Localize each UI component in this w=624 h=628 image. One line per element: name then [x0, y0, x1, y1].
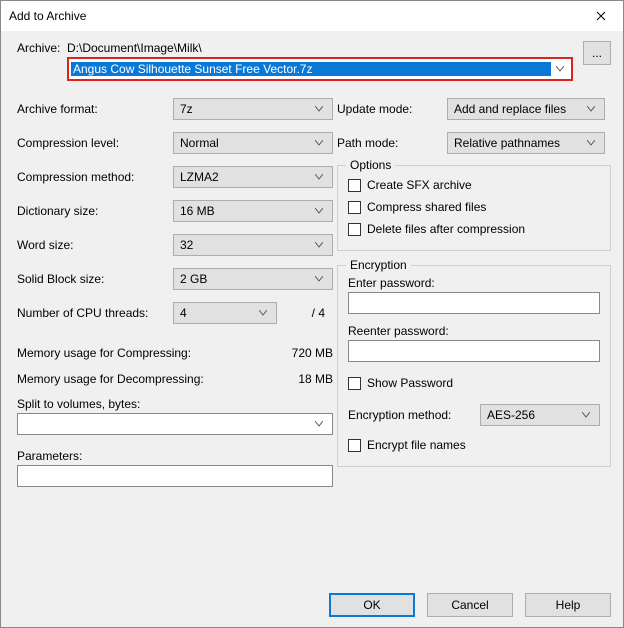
compression-method-select[interactable]: LZMA2 [173, 166, 333, 188]
encryption-method-select[interactable]: AES-256 [480, 404, 600, 426]
checkbox-icon [348, 201, 361, 214]
update-mode-value: Add and replace files [454, 102, 566, 116]
solid-block-size-select[interactable]: 2 GB [173, 268, 333, 290]
cpu-threads-value: 4 [180, 306, 187, 320]
cpu-threads-label: Number of CPU threads: [17, 306, 173, 320]
add-to-archive-dialog: Add to Archive Archive: D:\Document\Imag… [0, 0, 624, 628]
archive-label: Archive: [17, 41, 67, 55]
chevron-down-icon [254, 310, 272, 316]
path-mode-value: Relative pathnames [454, 136, 560, 150]
dialog-title: Add to Archive [9, 9, 86, 23]
titlebar: Add to Archive [1, 1, 623, 31]
chevron-down-icon [582, 140, 600, 146]
compress-shared-label: Compress shared files [367, 200, 486, 214]
mem-decompress-value: 18 MB [298, 372, 333, 386]
archive-format-label: Archive format: [17, 102, 173, 116]
chevron-down-icon [551, 66, 569, 72]
chevron-down-icon [310, 242, 328, 248]
enter-password-input[interactable] [348, 292, 600, 314]
left-column: Archive format: 7z Compression level: No… [17, 97, 337, 487]
compression-level-select[interactable]: Normal [173, 132, 333, 154]
encryption-method-label: Encryption method: [348, 408, 480, 422]
compression-level-value: Normal [180, 136, 219, 150]
encrypt-filenames-label: Encrypt file names [367, 438, 466, 452]
checkbox-icon [348, 223, 361, 236]
path-mode-label: Path mode: [337, 136, 447, 150]
encryption-method-value: AES-256 [487, 408, 535, 422]
chevron-down-icon [310, 421, 328, 427]
checkbox-icon [348, 179, 361, 192]
word-size-label: Word size: [17, 238, 173, 252]
path-mode-select[interactable]: Relative pathnames [447, 132, 605, 154]
cpu-threads-select[interactable]: 4 [173, 302, 277, 324]
solid-block-size-label: Solid Block size: [17, 272, 173, 286]
browse-button[interactable]: ... [583, 41, 611, 65]
word-size-select[interactable]: 32 [173, 234, 333, 256]
help-button[interactable]: Help [525, 593, 611, 617]
compress-shared-checkbox[interactable]: Compress shared files [348, 196, 600, 218]
options-title: Options [346, 158, 395, 172]
dialog-body: Archive: D:\Document\Image\Milk\ ... Arc… [1, 31, 623, 493]
encrypt-filenames-checkbox[interactable]: Encrypt file names [348, 434, 600, 456]
archive-format-select[interactable]: 7z [173, 98, 333, 120]
archive-filename-input[interactable] [71, 62, 551, 76]
chevron-down-icon [310, 208, 328, 214]
update-mode-label: Update mode: [337, 102, 447, 116]
checkbox-icon [348, 377, 361, 390]
enter-password-label: Enter password: [348, 276, 600, 290]
encryption-title: Encryption [346, 258, 411, 272]
show-password-label: Show Password [367, 376, 453, 390]
reenter-password-label: Reenter password: [348, 324, 600, 338]
encryption-group: Encryption Enter password: Reenter passw… [337, 265, 611, 467]
split-volumes-label: Split to volumes, bytes: [17, 397, 337, 411]
cpu-threads-total: / 4 [287, 306, 325, 320]
dictionary-size-label: Dictionary size: [17, 204, 173, 218]
archive-path: D:\Document\Image\Milk\ [67, 41, 573, 57]
chevron-down-icon [310, 174, 328, 180]
chevron-down-icon [310, 276, 328, 282]
mem-decompress-label: Memory usage for Decompressing: [17, 372, 204, 386]
mem-compress-value: 720 MB [292, 346, 333, 360]
chevron-down-icon [582, 106, 600, 112]
options-group: Options Create SFX archive Compress shar… [337, 165, 611, 251]
chevron-down-icon [577, 412, 595, 418]
update-mode-select[interactable]: Add and replace files [447, 98, 605, 120]
delete-after-label: Delete files after compression [367, 222, 525, 236]
cancel-button[interactable]: Cancel [427, 593, 513, 617]
dictionary-size-value: 16 MB [180, 204, 215, 218]
archive-filename-combo[interactable] [67, 57, 573, 81]
close-button[interactable] [581, 1, 621, 31]
word-size-value: 32 [180, 238, 193, 252]
checkbox-icon [348, 439, 361, 452]
chevron-down-icon [310, 106, 328, 112]
delete-after-checkbox[interactable]: Delete files after compression [348, 218, 600, 240]
create-sfx-checkbox[interactable]: Create SFX archive [348, 174, 600, 196]
show-password-checkbox[interactable]: Show Password [348, 372, 600, 394]
right-column: Update mode: Add and replace files Path … [337, 97, 611, 487]
parameters-label: Parameters: [17, 449, 337, 463]
compression-method-value: LZMA2 [180, 170, 219, 184]
reenter-password-input[interactable] [348, 340, 600, 362]
archive-format-value: 7z [180, 102, 193, 116]
dictionary-size-select[interactable]: 16 MB [173, 200, 333, 222]
split-volumes-combo[interactable] [17, 413, 333, 435]
mem-compress-label: Memory usage for Compressing: [17, 346, 191, 360]
compression-method-label: Compression method: [17, 170, 173, 184]
create-sfx-label: Create SFX archive [367, 178, 472, 192]
dialog-buttons: OK Cancel Help [329, 593, 611, 617]
ok-button[interactable]: OK [329, 593, 415, 617]
compression-level-label: Compression level: [17, 136, 173, 150]
parameters-input[interactable] [17, 465, 333, 487]
close-icon [596, 11, 606, 21]
solid-block-size-value: 2 GB [180, 272, 207, 286]
chevron-down-icon [310, 140, 328, 146]
